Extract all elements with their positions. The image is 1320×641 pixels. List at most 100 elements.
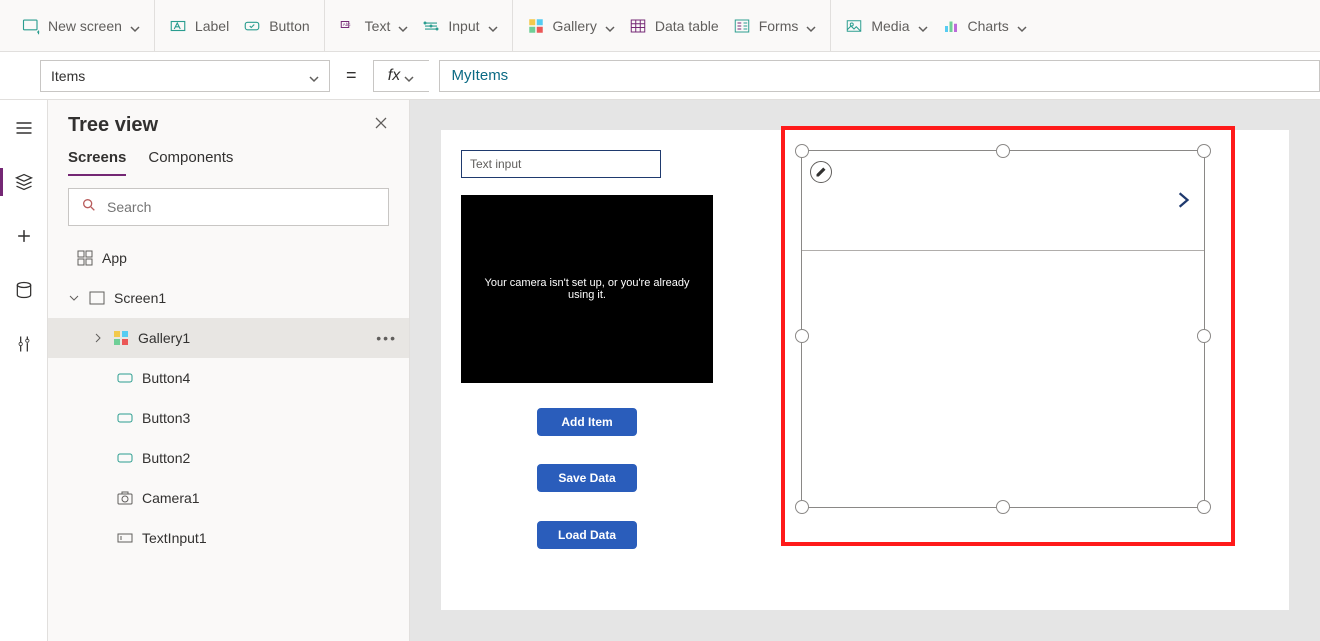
- formula-value: MyItems: [452, 67, 509, 84]
- app-icon: [76, 249, 94, 267]
- tree-node-app[interactable]: App: [48, 238, 409, 278]
- gallery1-control[interactable]: [801, 150, 1205, 508]
- tree-node-button3[interactable]: Button3: [48, 398, 409, 438]
- button-icon: [116, 409, 134, 427]
- tree-node-camera1[interactable]: Camera1: [48, 478, 409, 518]
- property-selector[interactable]: Items: [40, 60, 330, 92]
- new-screen-label: New screen: [48, 18, 122, 34]
- insert-button-button[interactable]: Button: [243, 17, 309, 35]
- textinput1-control[interactable]: Text input: [461, 150, 661, 178]
- insert-media-menu[interactable]: Media: [845, 17, 927, 35]
- tab-components[interactable]: Components: [148, 149, 233, 176]
- tree-node-label: Button2: [142, 450, 190, 466]
- chevron-down-icon: [130, 21, 140, 31]
- tree-node-label: Gallery1: [138, 330, 190, 346]
- chevron-down-icon[interactable]: [68, 292, 80, 304]
- insert-media-label: Media: [871, 18, 909, 34]
- chevron-down-icon: [605, 21, 615, 31]
- insert-forms-menu[interactable]: Forms: [733, 17, 817, 35]
- chevron-down-icon: [488, 21, 498, 31]
- data-pane-button[interactable]: [8, 274, 40, 306]
- chevron-right-icon[interactable]: [92, 332, 104, 344]
- save-data-button[interactable]: Save Data: [537, 464, 637, 492]
- tree-list: App Screen1 Gallery1 ••• Button4: [48, 238, 409, 558]
- button-icon: [116, 449, 134, 467]
- tree-search-box[interactable]: [68, 188, 389, 226]
- resize-handle[interactable]: [1197, 500, 1211, 514]
- tree-node-textinput1[interactable]: TextInput1: [48, 518, 409, 558]
- gallery-template-row[interactable]: [802, 151, 1204, 251]
- resize-handle[interactable]: [1197, 144, 1211, 158]
- resize-handle[interactable]: [795, 329, 809, 343]
- tree-view-panel: Tree view Screens Components App: [48, 100, 410, 641]
- resize-handle[interactable]: [996, 144, 1010, 158]
- insert-data-table-button[interactable]: Data table: [629, 17, 719, 35]
- tree-view-title: Tree view: [68, 114, 158, 137]
- fx-button[interactable]: fx: [373, 60, 429, 92]
- insert-charts-label: Charts: [968, 18, 1009, 34]
- hamburger-button[interactable]: [8, 112, 40, 144]
- text-input-icon: [116, 529, 134, 547]
- more-actions-button[interactable]: •••: [376, 330, 397, 346]
- camera-message: Your camera isn't set up, or you're alre…: [471, 277, 703, 301]
- tree-node-label: Camera1: [142, 490, 200, 506]
- close-panel-button[interactable]: [373, 115, 389, 136]
- insert-text-label: Text: [365, 18, 391, 34]
- add-item-button[interactable]: Add Item: [537, 408, 637, 436]
- chevron-down-icon: [806, 21, 816, 31]
- screen1-canvas[interactable]: Text input Your camera isn't set up, or …: [441, 130, 1289, 610]
- button-icon: [116, 369, 134, 387]
- search-icon: [81, 197, 97, 218]
- button-label: Load Data: [558, 528, 616, 542]
- forms-icon: [733, 17, 751, 35]
- data-table-icon: [629, 17, 647, 35]
- chevron-down-icon: [1017, 21, 1027, 31]
- camera-icon: [116, 489, 134, 507]
- insert-gallery-menu[interactable]: Gallery: [527, 17, 615, 35]
- tree-view-button[interactable]: [8, 166, 40, 198]
- left-rail: [0, 100, 48, 641]
- insert-label-button[interactable]: Label: [169, 17, 229, 35]
- tree-node-button4[interactable]: Button4: [48, 358, 409, 398]
- button-label: Add Item: [561, 415, 612, 429]
- tree-node-label: Screen1: [114, 290, 166, 306]
- tree-node-label: Button3: [142, 410, 190, 426]
- tab-screens[interactable]: Screens: [68, 149, 126, 176]
- insert-input-menu[interactable]: Input: [422, 17, 497, 35]
- canvas-area[interactable]: Text input Your camera isn't set up, or …: [410, 100, 1320, 641]
- load-data-button[interactable]: Load Data: [537, 521, 637, 549]
- formula-input[interactable]: MyItems: [439, 60, 1320, 92]
- new-screen-menu[interactable]: New screen: [22, 17, 140, 35]
- resize-handle[interactable]: [795, 500, 809, 514]
- insert-charts-menu[interactable]: Charts: [942, 17, 1027, 35]
- tree-node-label: App: [102, 250, 127, 266]
- insert-data-table-label: Data table: [655, 18, 719, 34]
- button-icon: [243, 17, 261, 35]
- tree-node-label: TextInput1: [142, 530, 207, 546]
- tree-node-screen1[interactable]: Screen1: [48, 278, 409, 318]
- equals-sign: =: [340, 65, 363, 86]
- gallery-icon: [527, 17, 545, 35]
- resize-handle[interactable]: [996, 500, 1010, 514]
- tree-node-label: Button4: [142, 370, 190, 386]
- gallery-next-icon[interactable]: [1174, 191, 1192, 209]
- svg-text:Abc: Abc: [342, 22, 351, 27]
- fx-label: fx: [388, 67, 400, 85]
- camera1-control[interactable]: Your camera isn't set up, or you're alre…: [461, 195, 713, 383]
- screen-icon: [88, 289, 106, 307]
- insert-text-menu[interactable]: Abc Text: [339, 17, 409, 35]
- label-icon: [169, 17, 187, 35]
- screen-icon: [22, 17, 40, 35]
- resize-handle[interactable]: [795, 144, 809, 158]
- tree-node-button2[interactable]: Button2: [48, 438, 409, 478]
- insert-forms-label: Forms: [759, 18, 799, 34]
- tree-search-input[interactable]: [107, 199, 376, 215]
- property-selector-value: Items: [51, 68, 85, 84]
- resize-handle[interactable]: [1197, 329, 1211, 343]
- insert-pane-button[interactable]: [8, 220, 40, 252]
- tools-pane-button[interactable]: [8, 328, 40, 360]
- input-icon: [422, 17, 440, 35]
- tree-node-gallery1[interactable]: Gallery1 •••: [48, 318, 409, 358]
- text-icon: Abc: [339, 17, 357, 35]
- insert-label-text: Label: [195, 18, 229, 34]
